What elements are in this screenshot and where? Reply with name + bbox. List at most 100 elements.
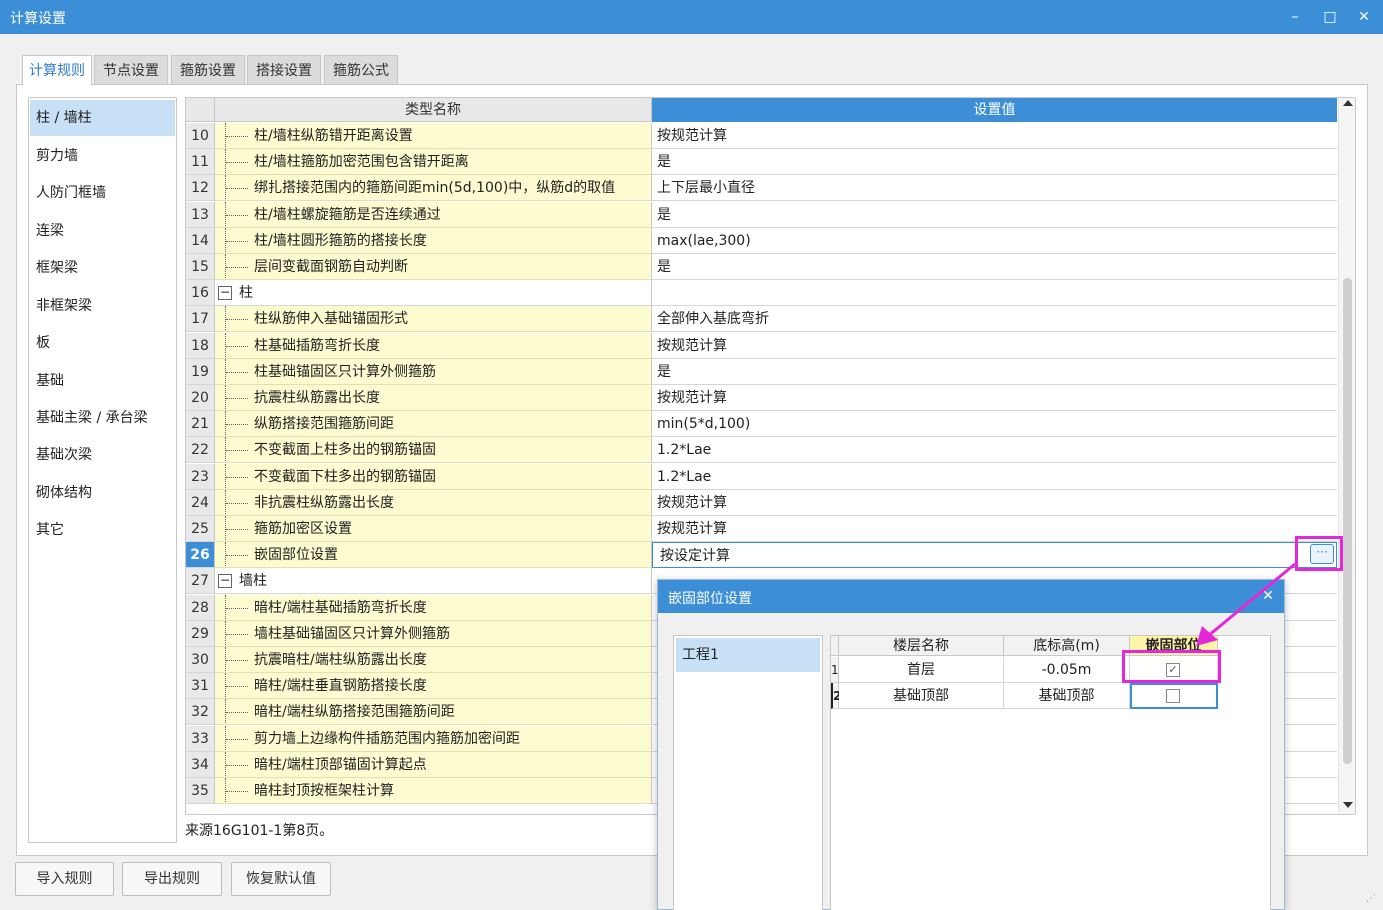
table-row[interactable]: 18 柱基础插筋弯折长度 按规范计算 (186, 332, 1337, 359)
component-sidebar: 柱 / 墙柱 剪力墙 人防门框墙 连梁 框架梁 非框架梁板基础 基础主梁 / 承台梁 基础次梁… (28, 97, 177, 843)
resize-grip-icon[interactable]: ⋰ (1366, 893, 1378, 905)
tab-stirrup-formula[interactable]: 箍筋公式 (324, 55, 398, 85)
sidebar-item[interactable]: 剪力墙 (30, 138, 175, 174)
table-row[interactable]: 11 柱/墙柱箍筋加密范围包含错开距离 是 (186, 149, 1337, 176)
setting-value-cell[interactable] (652, 280, 1337, 307)
type-name-cell[interactable]: 层间变截面钢筋自动判断 (215, 254, 652, 280)
sidebar-item[interactable]: 基础次梁 (30, 437, 175, 473)
type-name-cell[interactable]: 不变截面下柱多出的钢筋锚固 (215, 463, 652, 490)
setting-value-cell[interactable]: 按规范计算 (652, 332, 1337, 359)
sidebar-item[interactable]: 连梁 (30, 213, 175, 249)
restore-defaults-button[interactable]: 恢复默认值 (231, 862, 331, 896)
type-name-cell[interactable]: − 墙柱 (215, 568, 652, 595)
floor-elevation-cell[interactable]: -0.05m (1004, 657, 1130, 683)
type-name-cell[interactable]: 纵筋搭接范围箍筋间距 (215, 411, 652, 438)
sidebar-item[interactable]: 砌体结构 (30, 475, 175, 511)
setting-value-cell[interactable]: 是 (652, 149, 1337, 176)
table-row[interactable]: 14 柱/墙柱圆形箍筋的搭接长度 max(lae,300) (186, 227, 1337, 254)
sidebar-item[interactable]: 基础主梁 / 承台梁 (30, 400, 175, 436)
maximize-button[interactable]: □ (1318, 6, 1342, 28)
type-name-cell[interactable]: 暗柱/端柱纵筋搭接范围箍筋间距 (215, 699, 652, 726)
type-name-cell[interactable]: 柱基础锚固区只计算外侧箍筋 (215, 358, 652, 385)
type-name-cell[interactable]: 柱基础插筋弯折长度 (215, 332, 652, 359)
type-name-cell[interactable]: 剪力墙上边缘构件插筋范围内箍筋加密间距 (215, 725, 652, 752)
embed-position-checkbox[interactable] (1166, 689, 1180, 703)
tab-stirrup-settings[interactable]: 箍筋设置 (171, 55, 245, 85)
setting-value-cell[interactable]: 上下层最小直径 (652, 175, 1337, 202)
table-row[interactable]: 23 不变截面下柱多出的钢筋锚固 1.2*Lae (186, 463, 1337, 490)
tab-node-settings[interactable]: 节点设置 (94, 55, 168, 85)
sidebar-item[interactable]: 基础 (30, 363, 175, 399)
vertical-scrollbar[interactable] (1338, 98, 1355, 814)
table-row[interactable]: 24 非抗震柱纵筋露出长度 按规范计算 (186, 489, 1337, 516)
setting-value-cell[interactable]: 是 (652, 254, 1337, 280)
setting-value-cell[interactable]: 是 (652, 201, 1337, 228)
table-row[interactable]: 19 柱基础锚固区只计算外侧箍筋 是 (186, 358, 1337, 385)
type-name-cell[interactable]: 嵌固部位设置 (215, 542, 652, 569)
type-name-cell[interactable]: 柱/墙柱螺旋箍筋是否连续通过 (215, 201, 652, 228)
setting-value-cell[interactable]: 1.2*Lae (652, 463, 1337, 490)
setting-value-cell[interactable]: 按规范计算 (652, 489, 1337, 516)
type-name-cell[interactable]: 暗柱封顶按框架柱计算 (215, 778, 652, 804)
table-row[interactable]: 17 柱纵筋伸入基础锚固形式 全部伸入基底弯折 (186, 306, 1337, 333)
scrollbar-thumb[interactable] (1343, 278, 1352, 764)
scroll-up-arrow-icon[interactable] (1343, 100, 1353, 106)
type-name-cell[interactable]: 抗震暗柱/端柱纵筋露出长度 (215, 647, 652, 673)
embed-position-checkbox[interactable]: ✓ (1166, 663, 1180, 677)
tab-calc-rules[interactable]: 计算规则 (22, 55, 92, 86)
embed-check-cell[interactable]: ✓ (1130, 657, 1218, 683)
floor-elevation-cell[interactable]: 基础顶部 (1004, 683, 1130, 709)
type-name-cell[interactable]: 非抗震柱纵筋露出长度 (215, 489, 652, 516)
type-name-cell[interactable]: 暗柱/端柱垂直钢筋搭接长度 (215, 673, 652, 700)
setting-value-cell[interactable]: 全部伸入基底弯折 (652, 306, 1337, 333)
type-name-cell[interactable]: 绑扎搭接范围内的箍筋间距min(5d,100)中，纵筋d的取值 (215, 175, 652, 202)
type-name-cell[interactable]: 箍筋加密区设置 (215, 516, 652, 542)
collapse-icon[interactable]: − (218, 286, 232, 301)
table-row[interactable]: 22 不变截面上柱多出的钢筋锚固 1.2*Lae (186, 437, 1337, 464)
table-row[interactable]: 25 箍筋加密区设置 按规范计算 (186, 516, 1337, 542)
table-row[interactable]: 15 层间变截面钢筋自动判断 是 (186, 254, 1337, 280)
type-name-cell[interactable]: 柱纵筋伸入基础锚固形式 (215, 306, 652, 333)
export-rules-button[interactable]: 导出规则 (122, 862, 222, 896)
type-name-cell[interactable]: 暗柱/端柱基础插筋弯折长度 (215, 594, 652, 621)
type-name-cell[interactable]: 不变截面上柱多出的钢筋锚固 (215, 437, 652, 464)
floor-name-cell[interactable]: 基础顶部 (839, 683, 1004, 709)
type-name-cell[interactable]: 抗震柱纵筋露出长度 (215, 385, 652, 411)
table-row[interactable]: 21 纵筋搭接范围箍筋间距 min(5*d,100) (186, 411, 1337, 438)
setting-value-cell[interactable]: 是 (652, 358, 1337, 385)
table-row[interactable]: 16− 柱 (186, 280, 1337, 307)
setting-value-cell[interactable]: 按规范计算 (652, 385, 1337, 411)
type-name-cell[interactable]: 柱/墙柱箍筋加密范围包含错开距离 (215, 149, 652, 176)
ellipsis-button[interactable]: ··· (1310, 544, 1334, 564)
embed-check-cell[interactable] (1130, 683, 1218, 709)
scroll-down-arrow-icon[interactable] (1343, 802, 1353, 808)
type-name-cell[interactable]: − 柱 (215, 280, 652, 307)
setting-value-cell[interactable]: 按规范计算 (652, 516, 1337, 542)
sidebar-item[interactable]: 板 (30, 325, 175, 361)
import-rules-button[interactable]: 导入规则 (15, 862, 114, 896)
setting-value-cell[interactable]: 1.2*Lae (652, 437, 1337, 464)
project-tree-item[interactable]: 工程1 (676, 638, 820, 672)
sidebar-item[interactable]: 框架梁 (30, 250, 175, 286)
type-name-cell[interactable]: 柱/墙柱纵筋错开距离设置 (215, 123, 652, 149)
collapse-icon[interactable]: − (218, 574, 232, 589)
floor-name-cell[interactable]: 首层 (839, 657, 1004, 683)
table-row[interactable]: 12 绑扎搭接范围内的箍筋间距min(5d,100)中，纵筋d的取值 上下层最小直径 (186, 175, 1337, 202)
setting-value-cell[interactable]: 按规范计算 (652, 123, 1337, 149)
table-row[interactable]: 10 柱/墙柱纵筋错开距离设置 按规范计算 (186, 123, 1337, 149)
sidebar-item[interactable]: 其它 (30, 512, 175, 548)
sidebar-item[interactable]: 人防门框墙 (30, 175, 175, 211)
setting-value-cell[interactable]: min(5*d,100) (652, 411, 1337, 438)
type-name-cell[interactable]: 暗柱/端柱顶部锚固计算起点 (215, 751, 652, 778)
setting-value-cell[interactable]: max(lae,300) (652, 227, 1337, 254)
type-name-cell[interactable]: 墙柱基础锚固区只计算外侧箍筋 (215, 620, 652, 647)
close-button[interactable]: ✕ (1352, 6, 1376, 28)
minimize-button[interactable]: – (1283, 6, 1307, 28)
table-row[interactable]: 13 柱/墙柱螺旋箍筋是否连续通过 是 (186, 201, 1337, 228)
sidebar-item[interactable]: 非框架梁 (30, 288, 175, 324)
table-row[interactable]: 26 嵌固部位设置 按设定计算 (186, 542, 1337, 569)
tab-lap-settings[interactable]: 搭接设置 (247, 55, 321, 85)
table-row[interactable]: 20 抗震柱纵筋露出长度 按规范计算 (186, 385, 1337, 411)
sidebar-item[interactable]: 柱 / 墙柱 (30, 100, 175, 136)
type-name-cell[interactable]: 柱/墙柱圆形箍筋的搭接长度 (215, 227, 652, 254)
